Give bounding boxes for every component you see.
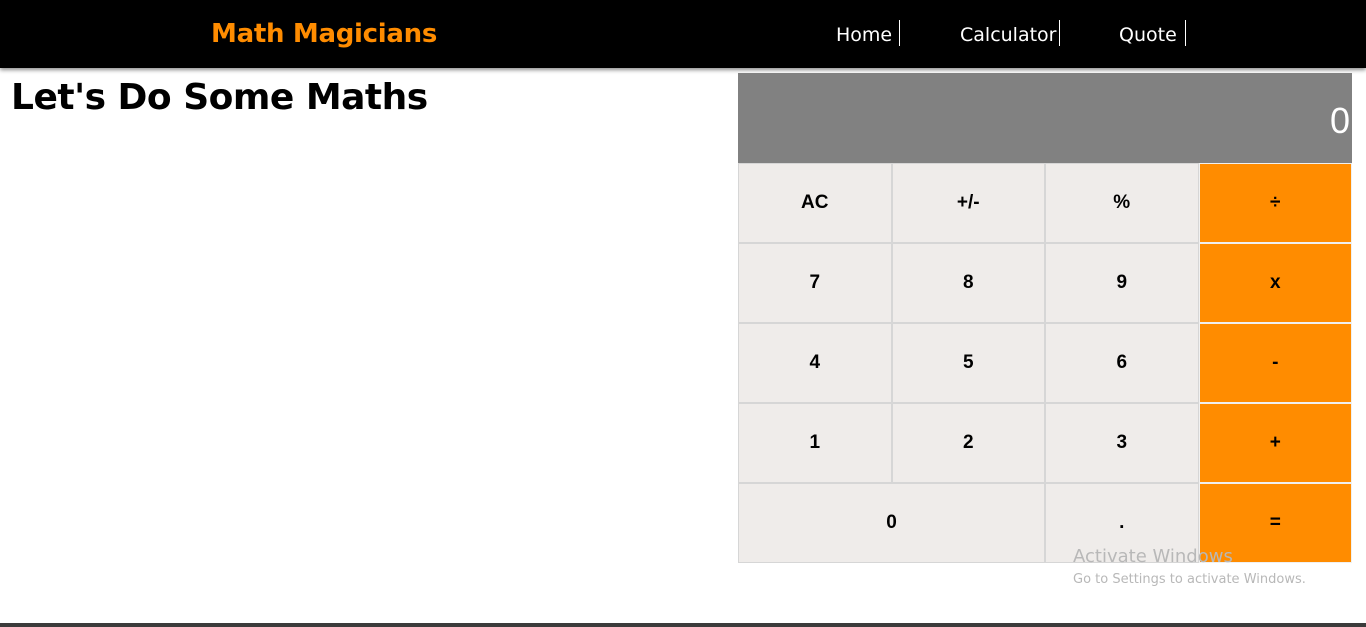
calculator-keypad: AC +/- % ÷ 7 8 9 x 4 5 6 - 1 2 3 + 0 . = <box>738 163 1352 563</box>
key-divide[interactable]: ÷ <box>1198 163 1352 243</box>
key-multiply[interactable]: x <box>1198 243 1352 323</box>
activate-windows-watermark: Activate Windows Go to Settings to activ… <box>1073 546 1306 592</box>
key-6[interactable]: 6 <box>1045 323 1199 403</box>
key-7[interactable]: 7 <box>738 243 892 323</box>
key-9[interactable]: 9 <box>1045 243 1199 323</box>
calculator-display: 0 <box>738 73 1352 163</box>
key-3[interactable]: 3 <box>1045 403 1199 483</box>
key-1[interactable]: 1 <box>738 403 892 483</box>
taskbar-edge <box>0 623 1366 627</box>
watermark-title: Activate Windows <box>1073 546 1233 567</box>
calculator: 0 AC +/- % ÷ 7 8 9 x 4 5 6 - 1 2 3 + 0 .… <box>738 73 1352 563</box>
nav-link-calculator[interactable]: Calculator <box>960 20 1060 46</box>
key-toggle-sign[interactable]: +/- <box>891 163 1045 243</box>
key-percent[interactable]: % <box>1045 163 1199 243</box>
top-navbar: Math Magicians Home Calculator Quote <box>0 0 1366 68</box>
key-5[interactable]: 5 <box>891 323 1045 403</box>
key-0[interactable]: 0 <box>738 483 1045 563</box>
key-all-clear[interactable]: AC <box>738 163 892 243</box>
brand-logo-text[interactable]: Math Magicians <box>211 16 437 52</box>
key-add[interactable]: + <box>1198 403 1352 483</box>
watermark-subtitle: Go to Settings to activate Windows. <box>1073 572 1306 587</box>
key-subtract[interactable]: - <box>1198 323 1352 403</box>
page-heading: Let's Do Some Maths <box>11 77 428 118</box>
nav-link-quote[interactable]: Quote <box>1119 20 1186 46</box>
nav-link-home[interactable]: Home <box>836 20 900 46</box>
key-4[interactable]: 4 <box>738 323 892 403</box>
key-8[interactable]: 8 <box>891 243 1045 323</box>
key-2[interactable]: 2 <box>891 403 1045 483</box>
